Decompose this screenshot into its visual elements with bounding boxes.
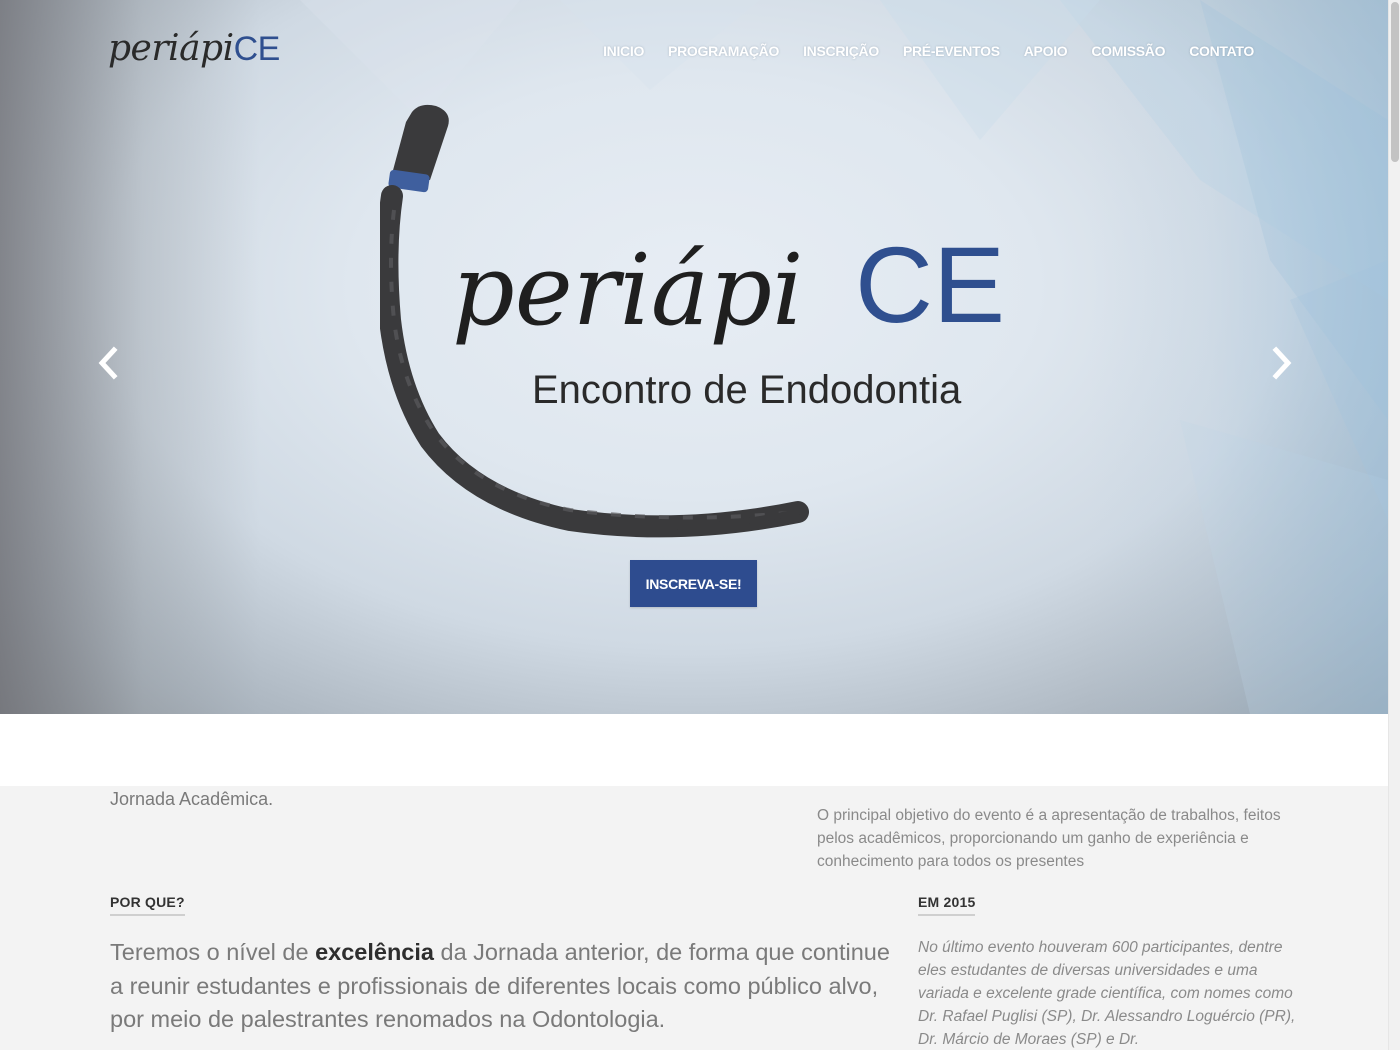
why-text-highlight: excelência bbox=[315, 939, 434, 965]
site-logo-word: periápi bbox=[108, 28, 234, 69]
scrollbar-thumb[interactable] bbox=[1391, 2, 1399, 162]
event-logo-art: periápi CE Encontro de Endodontia bbox=[380, 104, 1005, 538]
main-navigation: INICIO PROGRAMAÇÃO INSCRIÇÃO PRÉ-EVENTOS… bbox=[591, 43, 1266, 59]
nav-item-comissao[interactable]: COMISSÃO bbox=[1079, 43, 1177, 59]
register-button[interactable]: INSCREVA-SE! bbox=[630, 560, 757, 607]
hero-slider: periápiCE INICIO PROGRAMAÇÃO INSCRIÇÃO P… bbox=[0, 0, 1388, 714]
intro-left-text: Jornada Acadêmica. bbox=[110, 789, 274, 809]
nav-item-apoio[interactable]: APOIO bbox=[1012, 43, 1080, 59]
about-section: Jornada Acadêmica. O principal objetivo … bbox=[0, 786, 1388, 1050]
intro-right-text: O principal objetivo do evento é a apres… bbox=[817, 807, 1281, 870]
hero-left-shade bbox=[0, 0, 260, 714]
event-logo-subtitle: Encontro de Endodontia bbox=[532, 368, 962, 412]
slider-next-button[interactable] bbox=[1266, 346, 1296, 380]
slider-prev-button[interactable] bbox=[94, 346, 124, 380]
hero-right-shade bbox=[1088, 0, 1388, 714]
page-scrollbar[interactable] bbox=[1388, 0, 1400, 1050]
why-text-part1: Teremos o nível de bbox=[110, 939, 316, 965]
event-logo-ce: CE bbox=[855, 224, 1005, 345]
nav-item-contato[interactable]: CONTATO bbox=[1177, 43, 1266, 59]
section-spacer bbox=[0, 714, 1388, 786]
site-logo[interactable]: periápiCE bbox=[108, 28, 280, 80]
event-logo-word: periápi bbox=[452, 234, 803, 348]
year-2015-heading: EM 2015 bbox=[918, 894, 976, 916]
nav-item-pre-eventos[interactable]: PRÉ-EVENTOS bbox=[891, 43, 1012, 59]
chevron-right-icon bbox=[1272, 346, 1292, 380]
why-text: Teremos o nível de excelência da Jornada… bbox=[110, 936, 900, 1037]
site-logo-ce: CE bbox=[233, 30, 281, 68]
chevron-left-icon bbox=[98, 346, 118, 380]
nav-item-programacao[interactable]: PROGRAMAÇÃO bbox=[656, 43, 791, 59]
year-2015-text: No último evento houveram 600 participan… bbox=[918, 939, 1296, 1048]
site-logo-text: periápiCE bbox=[108, 28, 280, 69]
nav-item-inscricao[interactable]: INSCRIÇÃO bbox=[791, 43, 891, 59]
why-heading: POR QUE? bbox=[110, 894, 185, 916]
nav-item-inicio[interactable]: INICIO bbox=[591, 43, 656, 59]
